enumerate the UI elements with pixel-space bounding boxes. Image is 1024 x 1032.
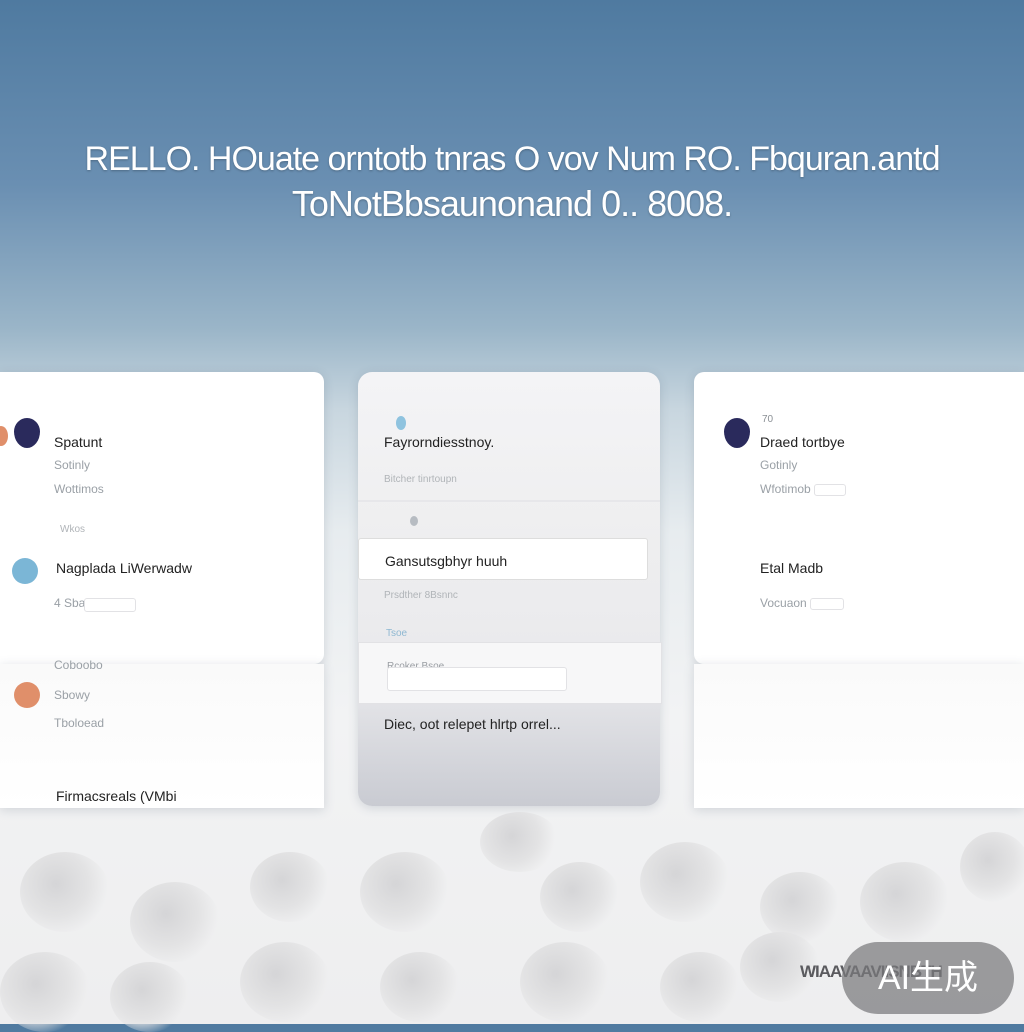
- hero-headline: RELLO. HOuate orntotb tnras O vov Num RO…: [84, 140, 941, 178]
- left-lower-label: Coboobo: [54, 658, 103, 672]
- ai-generated-badge: AI生成: [842, 942, 1014, 1014]
- left-lower-value: Sbowy: [54, 688, 91, 702]
- left-lower-detail: Tboloead: [54, 716, 105, 730]
- right-card-detail: Wfotimob: [760, 482, 811, 496]
- center-card-field-label: Prsdther 8Bsnnc: [384, 590, 458, 601]
- center-card-footer[interactable]: Diec, oot relepet hlrtp orrel...: [384, 716, 561, 732]
- location-pin-icon: [14, 418, 40, 448]
- hero-subheadline: ToNotBbsaunonand 0.. 8008.: [291, 183, 733, 224]
- center-area-input[interactable]: [387, 667, 567, 691]
- left-card-tag: Wkos: [60, 524, 85, 535]
- left-card-title: Spatunt: [54, 434, 103, 450]
- circle-badge-icon: [12, 558, 38, 584]
- right-card-item-title[interactable]: Etal Madb: [760, 560, 823, 576]
- center-card[interactable]: Fayrorndiesstnoy. Bitcher tinrtoupn Gans…: [358, 372, 662, 806]
- orange-dot-icon: [0, 426, 8, 446]
- center-card-section: Tsoe: [386, 628, 408, 639]
- right-card-subtitle: Gotinly: [760, 458, 798, 472]
- center-card-title: Fayrorndiesstnoy.: [384, 434, 495, 450]
- left-card-subtitle: Sotinly: [54, 458, 91, 472]
- left-card-detail: Wottimos: [54, 482, 104, 496]
- left-card-footer[interactable]: Firmacsreals (VMbi: [56, 788, 177, 804]
- location-pin-icon: [724, 418, 750, 448]
- center-input-value: Gansutsgbhyr huuh: [385, 553, 508, 569]
- center-card-text-area[interactable]: Rcoker Bsoe: [358, 642, 662, 704]
- right-card-title: Draed tortbye: [760, 434, 845, 450]
- orange-circle-icon: [14, 682, 40, 708]
- left-card-item-title[interactable]: Nagplada LiWerwadw: [56, 560, 192, 576]
- hero-banner: RELLO. HOuate orntotb tnras O vov Num RO…: [0, 0, 1024, 360]
- left-card-input[interactable]: [84, 598, 136, 612]
- right-card[interactable]: 70 Draed tortbye Gotinly Wfotimob Etal M…: [694, 372, 1024, 664]
- center-card-divider: [358, 500, 660, 502]
- right-card-item-sub: Vocuaon: [760, 596, 807, 610]
- right-card-input[interactable]: [814, 484, 846, 496]
- left-card-lower: Coboobo Sbowy Tboloead Firmacsreals (VMb…: [0, 658, 324, 808]
- center-card-input[interactable]: Gansutsgbhyr huuh: [358, 538, 648, 580]
- right-card-number: 70: [762, 414, 774, 425]
- left-card[interactable]: Spatunt Sotinly Wottimos Wkos Nagplada L…: [0, 372, 324, 664]
- water-drop-icon: [396, 416, 406, 430]
- center-card-subtitle: Bitcher tinrtoupn: [384, 474, 457, 485]
- right-card-item-input[interactable]: [810, 598, 844, 610]
- right-card-lower: [694, 664, 1024, 808]
- small-drop-icon: [410, 516, 418, 526]
